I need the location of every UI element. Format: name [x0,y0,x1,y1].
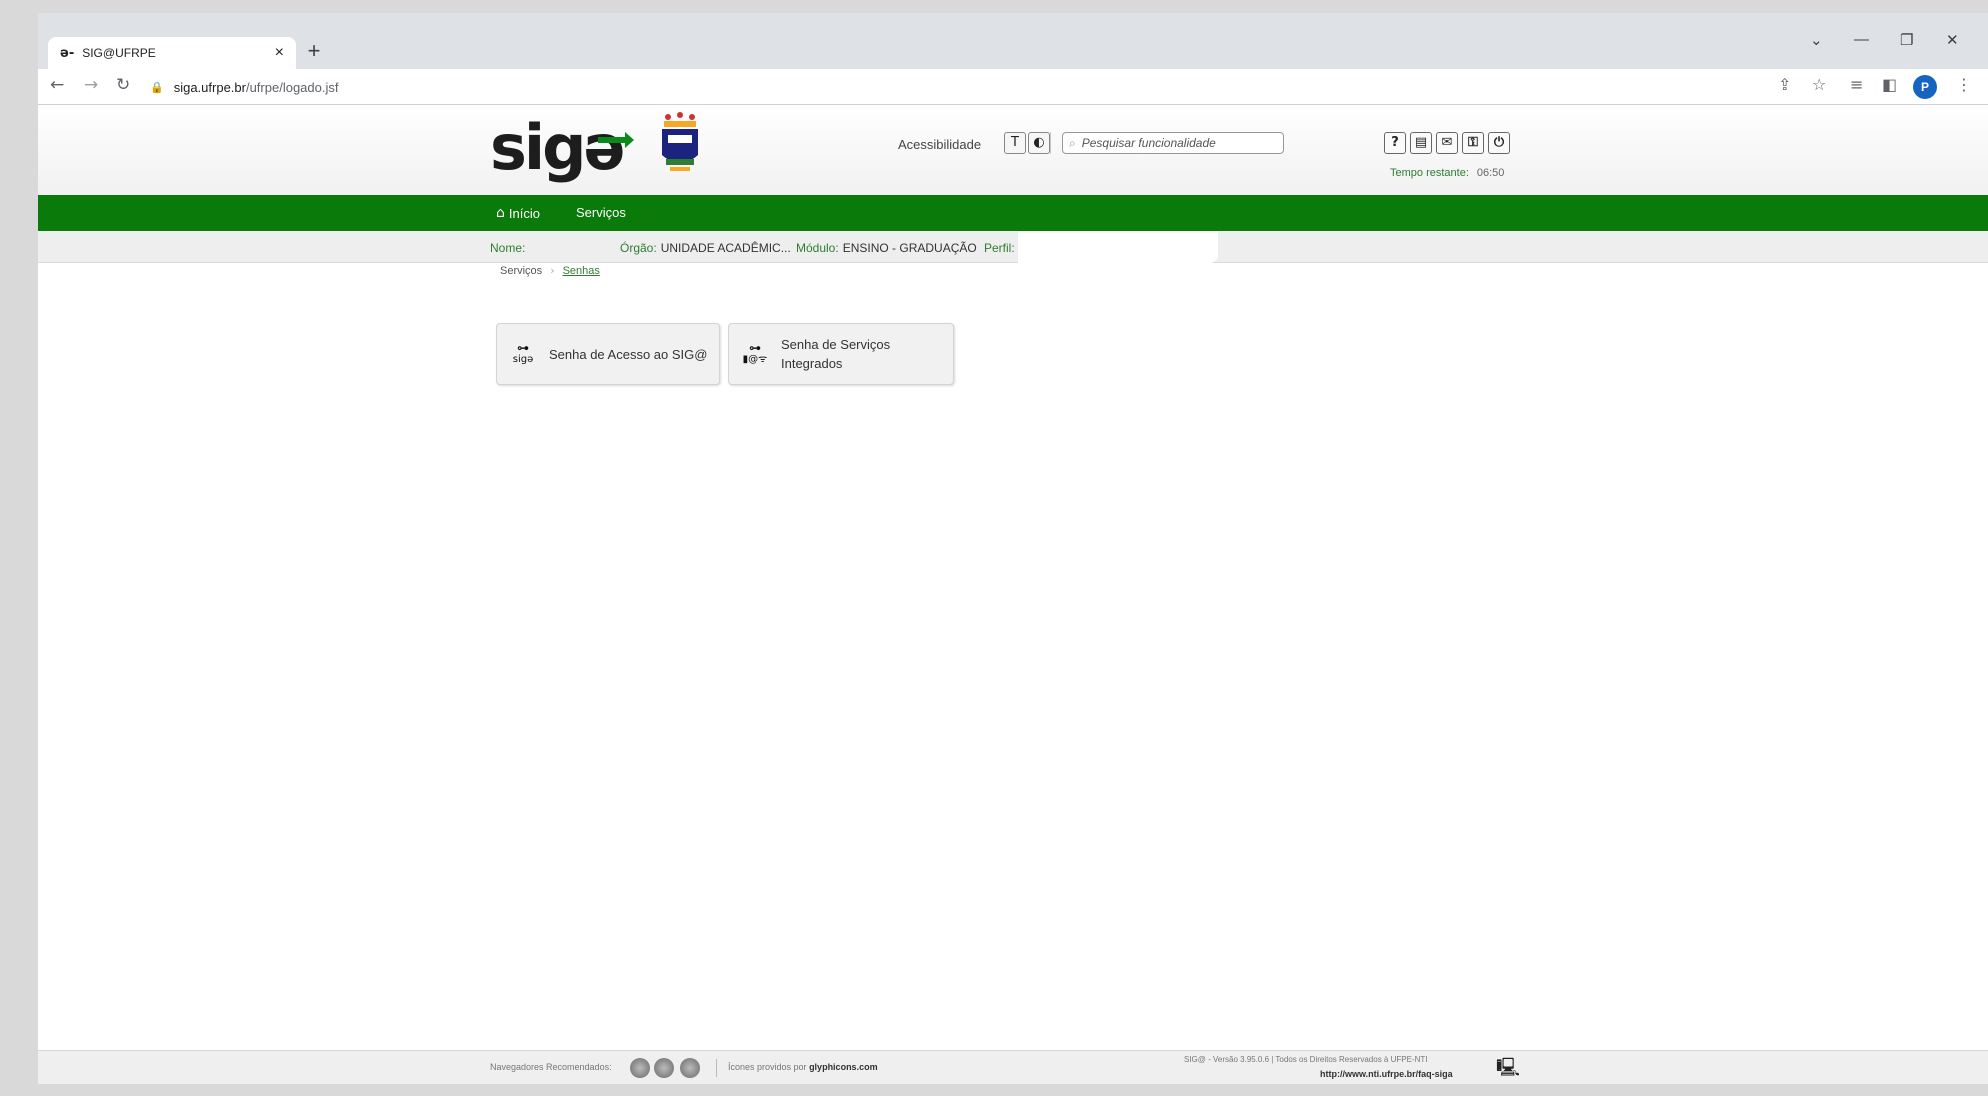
key-glyph: ⊶ [517,341,529,355]
info-modulo: Módulo: ENSINO - GRADUAÇÃO [796,241,977,255]
browser-menu-icon[interactable]: ⋮ [1956,75,1972,94]
search-field[interactable]: ⌕ [1062,132,1284,154]
share-icon[interactable]: ⇪ [1778,75,1791,94]
timer-value: 06:50 [1476,167,1505,179]
nome-label: Nome: [490,241,526,255]
chrome-icon[interactable] [654,1058,674,1078]
siga-key-icon: ⊶ sigə [497,324,549,384]
info-orgao: Órgão: UNIDADE ACADÊMIC... [620,241,791,255]
firefox-icon[interactable] [630,1058,650,1078]
logo-text: sig [490,111,587,184]
nav-home-label: Início [508,205,540,221]
page-footer: Navegadores Recomendados: Ícones provido… [38,1050,1988,1084]
forward-icon[interactable]: → [84,75,98,95]
home-icon: ⌂ [496,205,505,221]
help-icon[interactable]: ? [1384,132,1406,154]
siga-header: sigə Acessibilidade T ◐ ⌕ ? ▤ ✉ ⚿ ⏻ Temp… [38,105,1988,195]
breadcrumb: Serviços › Senhas [500,264,600,277]
siga-favicon-icon: ə- [60,45,75,61]
url-path: /ufrpe/logado.jsf [245,79,339,95]
new-tab-button[interactable]: + [300,37,328,65]
browser-window: ə- SIG@UFRPE × + ⌄ — ❐ ✕ ← → ↻ 🔒 siga.uf… [38,13,1988,1084]
accessibility-label: Acessibilidade [898,137,982,152]
siga-mini-logo: sigə [512,354,534,365]
faq-link[interactable]: http://www.nti.ufrpe.br/faq-siga [1320,1069,1453,1079]
logo-arrow-icon [598,132,634,148]
modulo-label: Módulo: [796,241,839,255]
reading-list-icon[interactable]: ≡ [1850,75,1863,94]
key-icon[interactable]: ⚿ [1462,132,1484,154]
modulo-value: ENSINO - GRADUAÇÃO [842,241,977,255]
tab-title: SIG@UFRPE [82,46,156,60]
close-window-button[interactable]: ✕ [1946,31,1959,49]
main-nav-bar: ⌂ Início Serviços [38,195,1988,231]
orgao-label: Órgão: [620,241,657,255]
logout-power-icon[interactable]: ⏻ [1488,132,1510,154]
card-label: Senha de Acesso ao SIG@ [549,346,708,362]
info-nome: Nome: [490,241,529,255]
nav-home[interactable]: ⌂ Início [496,205,540,221]
mail-icon[interactable]: ✉ [1436,132,1458,154]
url-host: siga.ufrpe.br [173,79,246,95]
card-label: Senha de Serviços Integrados [781,337,891,371]
breadcrumb-current[interactable]: Senhas [563,265,600,277]
bookmark-star-icon[interactable]: ☆ [1812,75,1826,94]
address-bar[interactable]: 🔒 siga.ufrpe.br /ufrpe/logado.jsf [146,74,1786,100]
profile-value-box [1018,231,1218,263]
glyphicons-link[interactable]: glyphicons.com [809,1062,878,1072]
search-input[interactable] [1081,136,1272,150]
browser-tab[interactable]: ə- SIG@UFRPE × [48,37,296,69]
icons-credit-prefix: Ícones providos por [728,1062,807,1072]
search-icon: ⌕ [1069,135,1076,150]
browser-toolbar: ← → ↻ 🔒 siga.ufrpe.br /ufrpe/logado.jsf … [38,69,1988,105]
timer-label: Tempo restante: [1390,167,1469,179]
monitor-icon: 🖳 [1495,1057,1520,1078]
header-divider [1050,132,1051,154]
icons-credit: Ícones providos por glyphicons.com [728,1062,878,1072]
services-mini-icons: ▮@ᯤ [742,354,768,365]
logo-tail: ə [583,111,626,184]
side-panel-icon[interactable]: ◧ [1882,75,1897,94]
tab-search-icon[interactable]: ⌄ [1810,31,1823,49]
session-timer: Tempo restante: 06:50 [1390,167,1504,179]
nav-services[interactable]: Serviços [576,205,626,220]
key-glyph: ⊶ [749,341,761,355]
manual-icon[interactable]: ▤ [1410,132,1432,154]
font-size-icon[interactable]: T [1004,132,1026,154]
reload-icon[interactable]: ↻ [116,75,130,95]
profile-avatar[interactable]: P [1913,75,1937,99]
breadcrumb-root[interactable]: Serviços [500,265,542,277]
orgao-value: UNIDADE ACADÊMIC... [660,241,791,255]
services-key-icon: ⊶ ▮@ᯤ [729,324,781,384]
card-senha-acesso-siga[interactable]: ⊶ sigə Senha de Acesso ao SIG@ [496,323,720,385]
internet-explorer-icon[interactable] [680,1058,700,1078]
nav-services-label: Serviços [576,205,626,220]
card-senha-servicos-integrados[interactable]: ⊶ ▮@ᯤ Senha de Serviços Integrados [728,323,954,385]
version-text: SIG@ - Versão 3.95.0.6 | Todos os Direit… [1184,1055,1428,1064]
tab-strip: ə- SIG@UFRPE × + ⌄ — ❐ ✕ [38,13,1988,69]
close-tab-icon[interactable]: × [275,44,284,62]
contrast-icon[interactable]: ◐ [1028,132,1050,154]
restore-button[interactable]: ❐ [1900,31,1913,49]
lock-icon: 🔒 [150,81,164,94]
ufrpe-crest-icon [662,112,698,171]
info-perfil: Perfil: [984,241,1019,255]
minimize-button[interactable]: — [1854,31,1869,48]
perfil-label: Perfil: [984,241,1015,255]
back-icon[interactable]: ← [50,75,64,95]
siga-logo[interactable]: sigə [490,111,626,184]
footer-divider [716,1059,717,1077]
user-info-bar: Nome: Órgão: UNIDADE ACADÊMIC... Módulo: E… [38,231,1988,263]
chevron-right-icon: › [550,264,555,277]
recommended-browsers-label: Navegadores Recomendados: [490,1062,612,1072]
